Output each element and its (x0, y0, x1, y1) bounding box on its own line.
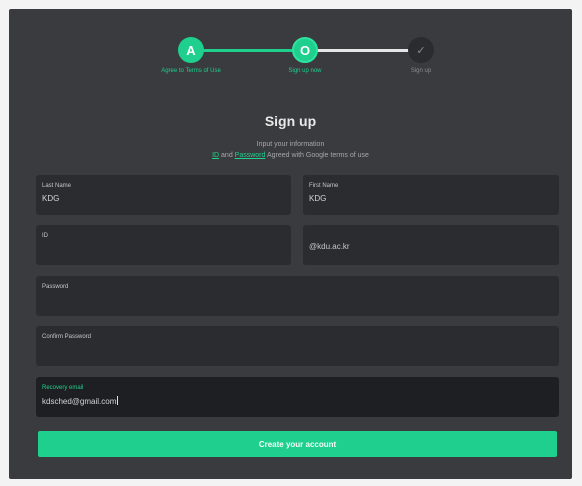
stepper-progress-line (191, 49, 305, 52)
page-title: Sign up (264, 113, 317, 129)
step-1-circle: A (178, 37, 204, 63)
step-1-label: Agree to Terms of Use (161, 68, 221, 74)
last-name-value: KDG (42, 194, 60, 203)
last-name-field[interactable]: Last Name KDG (36, 175, 291, 215)
first-name-label: First Name (309, 183, 339, 189)
agreement-note: ID and Password Agreed with Google terms… (9, 152, 572, 159)
domain-field: @kdu.ac.kr (303, 225, 559, 265)
domain-value: @kdu.ac.kr (309, 242, 350, 251)
first-name-field[interactable]: First Name KDG (303, 175, 559, 215)
confirm-password-label: Confirm Password (42, 334, 92, 340)
id-link[interactable]: ID (212, 152, 219, 159)
first-name-value: KDG (309, 194, 327, 203)
recovery-email-field[interactable]: Recovery email kdsched@gmail.com (36, 377, 559, 417)
id-label: ID (42, 233, 48, 239)
stepper-remaining-line (305, 49, 421, 52)
last-name-label: Last Name (42, 183, 72, 189)
step-3-label: Sign up (410, 68, 432, 74)
step-2-circle: O (292, 37, 318, 63)
recovery-email-label: Recovery email (42, 385, 84, 391)
id-field[interactable]: ID (36, 225, 291, 265)
text-caret (117, 396, 119, 405)
check-icon: ✓ (408, 37, 434, 63)
signup-card: A O ✓ Agree to Terms of Use Sign up now … (9, 9, 572, 479)
step-2-label: Sign up now (288, 68, 322, 74)
page-subtitle: Input your information (256, 141, 325, 148)
recovery-email-value: kdsched@gmail.com (42, 396, 119, 406)
agreement-and-text: and (221, 152, 233, 159)
confirm-password-field[interactable]: Confirm Password (36, 326, 559, 366)
password-field[interactable]: Password (36, 276, 559, 316)
recovery-email-text: kdsched@gmail.com (42, 397, 117, 406)
password-label: Password (42, 284, 69, 290)
create-account-button[interactable]: Create your account (38, 431, 557, 457)
password-link[interactable]: Password (235, 152, 266, 159)
agreement-rest-text: Agreed with Google terms of use (266, 152, 369, 159)
